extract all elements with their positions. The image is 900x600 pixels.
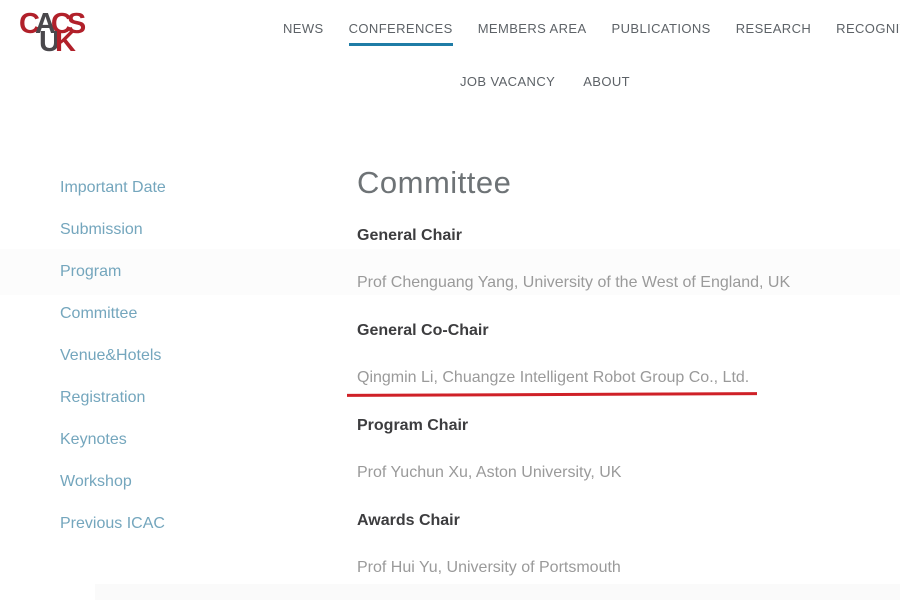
logo-letter: U <box>39 28 55 57</box>
nav-item-members-area[interactable]: MEMBERS AREA <box>478 22 587 46</box>
nav-item-research[interactable]: RESEARCH <box>736 22 811 46</box>
sidebar-item-registration[interactable]: Registration <box>60 390 166 406</box>
sidebar-item-program[interactable]: Program <box>60 264 166 280</box>
logo-letter: C <box>19 10 35 39</box>
nav-item-about[interactable]: ABOUT <box>583 75 630 96</box>
sidebar: Important Date Submission Program Commit… <box>60 180 166 532</box>
page-title: Committee <box>357 166 511 200</box>
section-member-general-co-chair: Qingmin Li, Chuangze Intelligent Robot G… <box>357 369 749 387</box>
red-underline-annotation <box>347 392 757 397</box>
sidebar-item-submission[interactable]: Submission <box>60 222 166 238</box>
logo-letter: K <box>55 28 71 57</box>
section-member-program-chair: Prof Yuchun Xu, Aston University, UK <box>357 464 621 482</box>
sidebar-item-keynotes[interactable]: Keynotes <box>60 432 166 448</box>
sidebar-item-venue-hotels[interactable]: Venue&Hotels <box>60 348 166 364</box>
nav-item-job-vacancy[interactable]: JOB VACANCY <box>460 75 555 96</box>
sidebar-item-committee[interactable]: Committee <box>60 306 166 322</box>
logo-line-uk: UK <box>39 28 71 57</box>
nav-item-conferences[interactable]: CONFERENCES <box>349 22 453 46</box>
sidebar-item-workshop[interactable]: Workshop <box>60 474 166 490</box>
sidebar-item-previous-icac[interactable]: Previous ICAC <box>60 516 166 532</box>
section-role-awards-chair: Awards Chair <box>357 512 460 530</box>
nav-item-news[interactable]: NEWS <box>283 22 324 46</box>
section-role-general-chair: General Chair <box>357 227 462 245</box>
section-member-awards-chair: Prof Hui Yu, University of Portsmouth <box>357 559 621 577</box>
section-role-program-chair: Program Chair <box>357 417 468 435</box>
top-nav-row2: JOB VACANCY ABOUT <box>460 75 630 96</box>
site-logo[interactable]: CACS UK <box>19 8 89 60</box>
section-role-general-co-chair: General Co-Chair <box>357 322 489 340</box>
footer-band <box>95 584 900 600</box>
top-nav-row1: NEWS CONFERENCES MEMBERS AREA PUBLICATIO… <box>283 22 900 46</box>
nav-item-recognitions[interactable]: RECOGNITIONS <box>836 22 900 46</box>
nav-item-publications[interactable]: PUBLICATIONS <box>612 22 711 46</box>
section-member-general-chair: Prof Chenguang Yang, University of the W… <box>357 274 790 292</box>
sidebar-item-important-date[interactable]: Important Date <box>60 180 166 196</box>
